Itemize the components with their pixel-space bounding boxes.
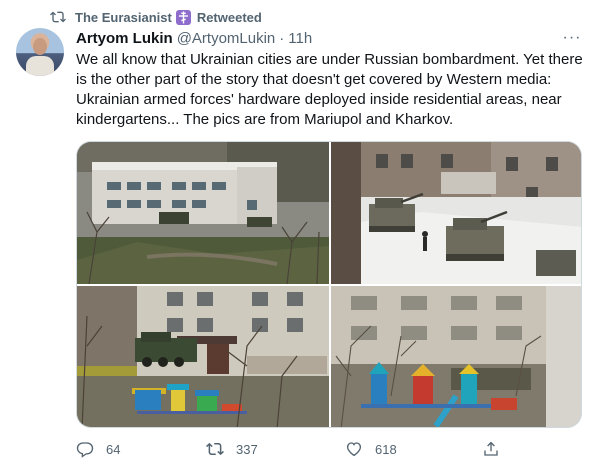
tweet-actions: 64 337 618 xyxy=(76,438,506,460)
photo-apc-near-apartment-playground[interactable] xyxy=(77,286,329,427)
photo-tanks-in-snowy-courtyard[interactable] xyxy=(331,142,581,284)
retweet-button[interactable]: 337 xyxy=(206,438,258,460)
retweeter-name[interactable]: The Eurasianist xyxy=(75,10,172,25)
retweeted-label: Retweeted xyxy=(196,9,262,25)
author-handle[interactable]: @ArtyomLukin xyxy=(177,30,276,47)
avatar-figure xyxy=(26,56,54,76)
share-icon xyxy=(484,441,498,456)
retweet-icon xyxy=(206,442,224,456)
heart-icon xyxy=(346,442,362,457)
share-button[interactable] xyxy=(482,438,512,460)
media-grid xyxy=(76,141,582,428)
reply-count: 64 xyxy=(106,441,121,457)
more-options-icon[interactable]: ··· xyxy=(562,29,582,46)
tweet-header: Artyom Lukin @ArtyomLukin · 11h xyxy=(76,28,312,48)
reply-button[interactable]: 64 xyxy=(76,438,120,460)
tweet-timestamp[interactable]: 11h xyxy=(288,30,312,47)
retweet-icon xyxy=(50,11,66,23)
avatar-head xyxy=(33,38,47,55)
photo-military-vehicle-behind-playground[interactable] xyxy=(331,286,581,427)
reply-icon xyxy=(76,442,94,458)
avatar[interactable] xyxy=(16,28,64,76)
tweet-text: We all know that Ukrainian cities are un… xyxy=(76,51,583,128)
orthodox-cross-icon xyxy=(175,9,191,25)
like-count: 618 xyxy=(375,441,397,457)
retweet-context: The Eurasianist Retweeted xyxy=(50,7,262,27)
photo-kindergarten-building-with-tanks[interactable] xyxy=(77,142,329,284)
like-button[interactable]: 618 xyxy=(345,438,397,460)
retweet-count: 337 xyxy=(236,441,258,457)
separator-dot: · xyxy=(279,29,285,47)
author-name[interactable]: Artyom Lukin xyxy=(76,30,173,47)
